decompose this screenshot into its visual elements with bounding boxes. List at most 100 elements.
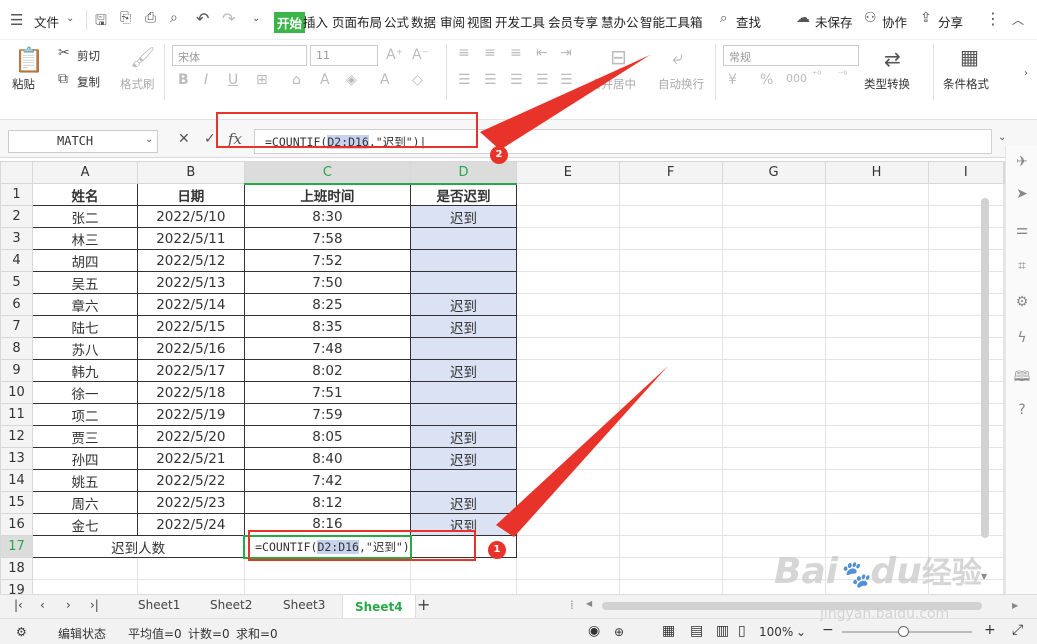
cut-button[interactable]: 剪切: [77, 48, 100, 64]
rocket-icon[interactable]: ✈: [1013, 154, 1031, 172]
collab-button[interactable]: 协作: [882, 12, 907, 31]
sheet-table[interactable]: A B C D E F G H I 1 姓名 日期 上班时间 是否迟到 2 张二 2022/5/10 8:30 迟到…: [0, 161, 1005, 594]
row-header[interactable]: 6: [0, 293, 34, 316]
data-cell[interactable]: 2022/5/10: [137, 205, 245, 228]
average-value[interactable]: 平均值=0: [128, 625, 182, 642]
redo-icon[interactable]: ↷: [222, 9, 235, 28]
center-layout-icon[interactable]: ⊕: [614, 625, 624, 639]
table-header-cell[interactable]: 日期: [137, 183, 245, 206]
data-cell[interactable]: 8:40: [243, 447, 412, 470]
type-convert-icon[interactable]: ⇄: [884, 47, 901, 71]
empty-cell[interactable]: [618, 359, 723, 382]
reading-view-icon[interactable]: ▯: [738, 623, 746, 639]
chevron-down-icon[interactable]: ⌄: [66, 13, 74, 24]
empty-cell[interactable]: [618, 425, 723, 448]
empty-cell[interactable]: [824, 447, 929, 470]
empty-cell[interactable]: [927, 469, 1005, 492]
empty-cell[interactable]: [618, 337, 723, 360]
column-header-b[interactable]: B: [137, 161, 245, 184]
align-left-icon[interactable]: ☰: [458, 72, 471, 88]
empty-cell[interactable]: [515, 205, 620, 228]
align-middle-icon[interactable]: ≡: [484, 45, 496, 61]
data-cell[interactable]: [410, 337, 517, 360]
font-color-icon[interactable]: A: [320, 72, 330, 88]
empty-cell[interactable]: [515, 425, 620, 448]
data-cell[interactable]: 迟到: [410, 359, 517, 382]
format-painter-icon[interactable]: 🖌: [130, 45, 155, 69]
font-name-select[interactable]: 宋体: [172, 45, 307, 66]
total-label-cell[interactable]: 迟到人数: [32, 535, 245, 558]
empty-cell[interactable]: [824, 469, 929, 492]
empty-cell[interactable]: [618, 403, 723, 426]
empty-cell[interactable]: [824, 425, 929, 448]
data-cell[interactable]: 项二: [32, 403, 139, 426]
row-header[interactable]: 9: [0, 359, 34, 382]
empty-cell[interactable]: [515, 513, 620, 536]
empty-cell[interactable]: [824, 227, 929, 250]
empty-cell[interactable]: [618, 579, 723, 594]
data-cell[interactable]: 贾三: [32, 425, 139, 448]
row-header[interactable]: 14: [0, 469, 34, 492]
table-header-cell[interactable]: 姓名: [32, 183, 139, 206]
data-cell[interactable]: 8:05: [243, 425, 412, 448]
data-cell[interactable]: 2022/5/15: [137, 315, 245, 338]
empty-cell[interactable]: [721, 513, 826, 536]
empty-cell[interactable]: [721, 315, 826, 338]
scroll-down-icon[interactable]: ▼: [981, 572, 987, 581]
chevron-down-icon[interactable]: ⌄: [145, 134, 153, 145]
conditional-format-button[interactable]: 条件格式: [943, 76, 989, 92]
row-header[interactable]: 18: [0, 557, 34, 580]
borders-icon[interactable]: ⊞: [256, 72, 268, 88]
copy-button[interactable]: 复制: [77, 74, 100, 90]
empty-cell[interactable]: [824, 491, 929, 514]
percent-icon[interactable]: %: [760, 72, 773, 88]
justify-icon[interactable]: ☰: [536, 72, 549, 88]
thousands-icon[interactable]: 000: [786, 72, 807, 85]
tab-splitter[interactable]: ⁞: [570, 598, 574, 612]
tab-home[interactable]: 开始: [274, 12, 306, 33]
empty-cell[interactable]: [927, 403, 1005, 426]
data-cell[interactable]: 7:48: [243, 337, 412, 360]
data-cell[interactable]: 2022/5/24: [137, 513, 245, 536]
undo-icon[interactable]: ↶: [196, 9, 209, 28]
row-header[interactable]: 5: [0, 271, 34, 294]
empty-cell[interactable]: [618, 557, 723, 580]
empty-cell[interactable]: [618, 293, 723, 316]
clear-format-icon[interactable]: ◇: [412, 72, 423, 88]
empty-cell[interactable]: [927, 513, 1005, 536]
data-cell[interactable]: 7:50: [243, 271, 412, 294]
scrollbar-thumb[interactable]: [981, 198, 989, 538]
data-cell[interactable]: 周六: [32, 491, 139, 514]
cancel-icon[interactable]: ✕: [178, 131, 190, 147]
outdent-icon[interactable]: ⇥: [560, 45, 572, 61]
empty-cell[interactable]: [618, 205, 723, 228]
empty-cell[interactable]: [721, 227, 826, 250]
empty-cell[interactable]: [32, 579, 139, 594]
empty-cell[interactable]: [927, 381, 1005, 404]
settings-sliders-icon[interactable]: ⚌: [1013, 222, 1031, 240]
data-cell[interactable]: 2022/5/16: [137, 337, 245, 360]
cut-icon[interactable]: ✂: [58, 45, 70, 61]
align-top-icon[interactable]: ≡: [458, 45, 470, 61]
empty-cell[interactable]: [618, 535, 723, 558]
zoom-in-icon[interactable]: +: [984, 622, 996, 638]
data-cell[interactable]: 陆七: [32, 315, 139, 338]
distributed-icon[interactable]: ☰: [560, 72, 573, 88]
empty-cell[interactable]: [618, 227, 723, 250]
data-cell[interactable]: 章六: [32, 293, 139, 316]
empty-cell[interactable]: [824, 293, 929, 316]
empty-cell[interactable]: [618, 513, 723, 536]
last-sheet-icon[interactable]: ›|: [90, 598, 99, 612]
empty-cell[interactable]: [824, 513, 929, 536]
chevron-down-icon[interactable]: ⌄: [252, 13, 260, 24]
empty-cell[interactable]: [515, 447, 620, 470]
copy-icon[interactable]: ⧉: [58, 71, 68, 87]
table-header-cell[interactable]: 上班时间: [243, 183, 412, 206]
fullscreen-icon[interactable]: ⤢: [1012, 622, 1023, 638]
decrease-font-icon[interactable]: A⁻: [412, 47, 429, 63]
tab-sheet3[interactable]: Sheet3: [283, 598, 325, 612]
zoom-dropdown-icon[interactable]: ⌄: [796, 625, 806, 639]
empty-cell[interactable]: [721, 293, 826, 316]
data-cell[interactable]: 林三: [32, 227, 139, 250]
empty-cell[interactable]: [515, 293, 620, 316]
